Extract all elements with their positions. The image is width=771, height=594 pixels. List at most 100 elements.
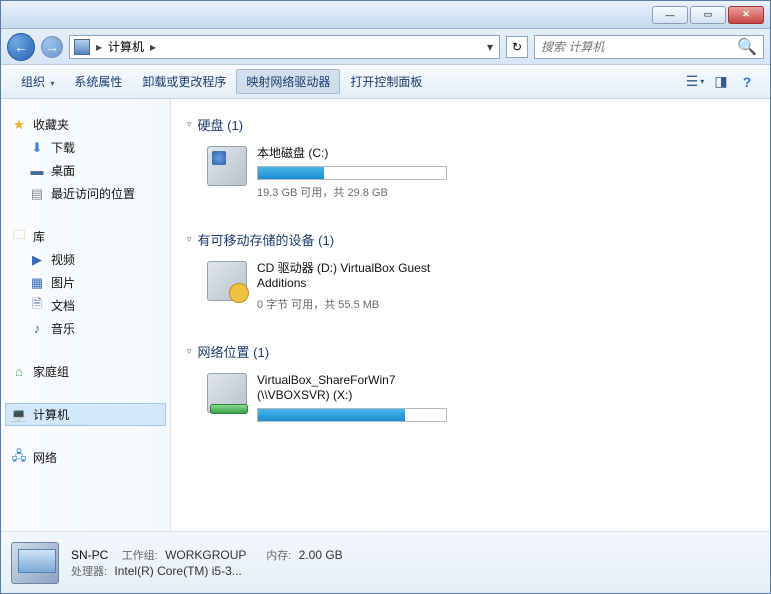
sidebar-music[interactable]: ♪ 音乐 <box>5 317 166 340</box>
desktop-icon: ▬ <box>29 163 45 179</box>
sidebar-item-label: 音乐 <box>51 320 75 337</box>
maximize-button[interactable]: ▭ <box>690 6 726 24</box>
computer-icon <box>74 39 90 55</box>
sidebar-item-label: 图片 <box>51 274 75 291</box>
minimize-button[interactable]: — <box>652 6 688 24</box>
capacity-fill <box>258 167 324 179</box>
breadcrumb-arrow[interactable]: ▸ <box>94 40 104 54</box>
cpu-value: Intel(R) Core(TM) i5-3... <box>114 564 241 578</box>
section-hard-disks: ▿ 硬盘 (1) 本地磁盘 (C:) 19.3 GB 可用，共 29.8 GB <box>187 111 754 208</box>
section-header[interactable]: ▿ 网络位置 (1) <box>187 338 754 365</box>
network-drive-icon <box>207 373 247 413</box>
chevron-down-icon: ▾ <box>700 77 704 86</box>
sidebar-homegroup[interactable]: ⌂ 家庭组 <box>5 360 166 383</box>
cdrom-icon <box>207 261 247 301</box>
sidebar-item-label: 最近访问的位置 <box>51 185 135 202</box>
window-buttons: — ▭ ✕ <box>652 6 764 24</box>
sidebar-favorites[interactable]: ★ 收藏夹 <box>5 113 166 136</box>
drive-d[interactable]: CD 驱动器 (D:) VirtualBox Guest Additions 0… <box>187 253 754 320</box>
sidebar-downloads[interactable]: ⬇ 下载 <box>5 136 166 159</box>
sidebar-documents[interactable]: 🗎 文档 <box>5 294 166 317</box>
sidebar-libraries[interactable]: 🗀 库 <box>5 225 166 248</box>
network-icon: 🖧 <box>11 450 27 466</box>
capacity-fill <box>258 409 405 421</box>
sidebar-videos[interactable]: ▶ 视频 <box>5 248 166 271</box>
sidebar-computer[interactable]: 💻 计算机 <box>5 403 166 426</box>
system-properties-button[interactable]: 系统属性 <box>64 69 132 94</box>
sidebar-item-label: 下载 <box>51 139 75 156</box>
address-dropdown[interactable]: ▾ <box>485 40 495 54</box>
sidebar-item-label: 计算机 <box>33 406 69 423</box>
sidebar-item-label: 文档 <box>51 297 75 314</box>
breadcrumb-arrow[interactable]: ▸ <box>148 40 158 54</box>
capacity-bar <box>257 166 447 180</box>
organize-button[interactable]: 组织 ▾ <box>11 69 64 94</box>
sidebar-item-label: 桌面 <box>51 162 75 179</box>
video-icon: ▶ <box>29 252 45 268</box>
drive-name: VirtualBox_ShareForWin7 (\\VBOXSVR) (X:) <box>257 373 457 404</box>
collapse-icon: ▿ <box>187 234 192 245</box>
back-button[interactable]: ← <box>7 33 35 61</box>
sidebar-recent[interactable]: ▤ 最近访问的位置 <box>5 182 166 205</box>
homegroup-icon: ⌂ <box>11 364 27 380</box>
address-bar[interactable]: ▸ 计算机 ▸ ▾ <box>69 35 500 59</box>
sidebar-network[interactable]: 🖧 网络 <box>5 446 166 469</box>
section-title-label: 有可移动存储的设备 (1) <box>198 230 335 249</box>
drive-info: CD 驱动器 (D:) VirtualBox Guest Additions 0… <box>257 261 457 312</box>
drive-info: 本地磁盘 (C:) 19.3 GB 可用，共 29.8 GB <box>257 146 457 200</box>
help-button[interactable]: ? <box>734 71 760 93</box>
sidebar-desktop[interactable]: ▬ 桌面 <box>5 159 166 182</box>
section-header[interactable]: ▿ 硬盘 (1) <box>187 111 754 138</box>
capacity-bar <box>257 408 447 422</box>
open-control-panel-button[interactable]: 打开控制面板 <box>340 69 432 94</box>
section-removable: ▿ 有可移动存储的设备 (1) CD 驱动器 (D:) VirtualBox G… <box>187 226 754 320</box>
organize-label: 组织 <box>21 75 45 89</box>
drive-info: VirtualBox_ShareForWin7 (\\VBOXSVR) (X:) <box>257 373 457 426</box>
view-options-button[interactable]: ☰ ▾ <box>682 71 708 93</box>
section-header[interactable]: ▿ 有可移动存储的设备 (1) <box>187 226 754 253</box>
close-button[interactable]: ✕ <box>728 6 764 24</box>
computer-icon: 💻 <box>11 407 27 423</box>
computer-large-icon <box>11 542 59 584</box>
details-text: SN-PC 工作组: WORKGROUP 内存: 2.00 GB 处理器: In… <box>71 547 343 579</box>
memory-label: 内存: <box>266 550 291 562</box>
drive-stat: 19.3 GB 可用，共 29.8 GB <box>257 184 457 200</box>
workgroup-label: 工作组: <box>122 550 158 562</box>
recent-icon: ▤ <box>29 186 45 202</box>
picture-icon: ▦ <box>29 275 45 291</box>
sidebar-item-label: 视频 <box>51 251 75 268</box>
cpu-label: 处理器: <box>71 566 107 578</box>
toolbar: 组织 ▾ 系统属性 卸载或更改程序 映射网络驱动器 打开控制面板 ☰ ▾ ◨ ? <box>1 65 770 99</box>
navigation-pane: ★ 收藏夹 ⬇ 下载 ▬ 桌面 ▤ 最近访问的位置 🗀 <box>1 99 171 531</box>
music-icon: ♪ <box>29 321 45 337</box>
body: ★ 收藏夹 ⬇ 下载 ▬ 桌面 ▤ 最近访问的位置 🗀 <box>1 99 770 531</box>
collapse-icon: ▿ <box>187 346 192 357</box>
uninstall-programs-button[interactable]: 卸载或更改程序 <box>132 69 236 94</box>
drive-name: 本地磁盘 (C:) <box>257 146 457 162</box>
details-pane: SN-PC 工作组: WORKGROUP 内存: 2.00 GB 处理器: In… <box>1 531 770 593</box>
address-row: ← → ▸ 计算机 ▸ ▾ ↻ 🔍 <box>1 29 770 65</box>
document-icon: 🗎 <box>29 298 45 314</box>
titlebar: — ▭ ✕ <box>1 1 770 29</box>
sidebar-pictures[interactable]: ▦ 图片 <box>5 271 166 294</box>
sidebar-item-label: 网络 <box>33 449 57 466</box>
view-icon: ☰ <box>686 73 699 90</box>
drive-c[interactable]: 本地磁盘 (C:) 19.3 GB 可用，共 29.8 GB <box>187 138 754 208</box>
collapse-icon: ▿ <box>187 119 192 130</box>
sidebar-item-label: 家庭组 <box>33 363 69 380</box>
star-icon: ★ <box>11 117 27 133</box>
search-input[interactable] <box>541 40 737 54</box>
forward-button[interactable]: → <box>41 36 63 58</box>
refresh-button[interactable]: ↻ <box>506 36 528 58</box>
search-icon[interactable]: 🔍 <box>737 37 757 57</box>
drive-x[interactable]: VirtualBox_ShareForWin7 (\\VBOXSVR) (X:) <box>187 365 754 434</box>
hdd-icon <box>207 146 247 186</box>
computer-name: SN-PC <box>71 548 108 562</box>
download-icon: ⬇ <box>29 140 45 156</box>
drive-name: CD 驱动器 (D:) VirtualBox Guest Additions <box>257 261 457 292</box>
breadcrumb-computer[interactable]: 计算机 <box>104 38 148 55</box>
preview-pane-button[interactable]: ◨ <box>708 71 734 93</box>
map-network-drive-button[interactable]: 映射网络驱动器 <box>236 69 340 94</box>
library-icon: 🗀 <box>11 229 27 245</box>
search-box[interactable]: 🔍 <box>534 35 764 59</box>
